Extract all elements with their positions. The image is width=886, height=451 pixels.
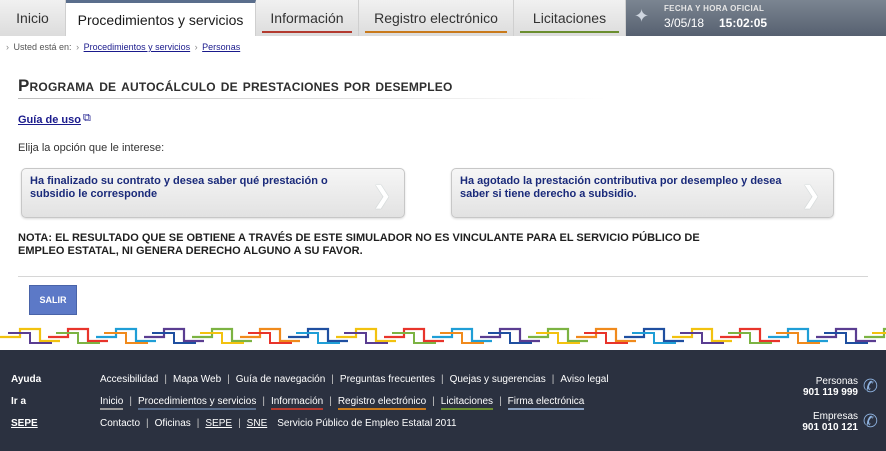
footer-link-quejas[interactable]: Quejas y sugerencias xyxy=(450,374,546,385)
phone-icon: ✆ xyxy=(862,411,878,431)
footer-separator: | xyxy=(499,396,502,407)
tab-label: Registro electrónico xyxy=(374,10,498,26)
phone-label: Empresas xyxy=(812,411,858,422)
breadcrumb-separator: › xyxy=(6,42,9,52)
tab-accent-bar xyxy=(520,31,619,33)
breadcrumb-separator: › xyxy=(76,42,80,52)
title-divider xyxy=(18,98,606,99)
page-title: Programa de autocálculo de prestaciones … xyxy=(18,76,453,95)
phone-icon: ✆ xyxy=(862,376,878,396)
sparkle-icon: ✦ xyxy=(634,6,650,26)
footer-link-sne[interactable]: SNE xyxy=(247,418,268,429)
footer-separator: | xyxy=(331,374,334,385)
decorative-stripe xyxy=(0,327,886,344)
breadcrumb-prefix: Usted está en: xyxy=(13,42,72,52)
phone-number[interactable]: 901 119 999 xyxy=(803,387,858,398)
tab-accent-bar xyxy=(262,31,352,33)
chevron-right-icon: ❯ xyxy=(371,182,392,209)
footer-link-accesibilidad[interactable]: Accesibilidad xyxy=(100,374,158,385)
option-label: Ha finalizado su contrato y desea saber … xyxy=(30,175,328,200)
footer-separator: | xyxy=(238,418,241,429)
footer-separator: | xyxy=(227,374,230,385)
footer-links: Accesibilidad | Mapa Web | Guía de navegac… xyxy=(100,374,609,385)
exit-button[interactable]: SALIR xyxy=(29,285,77,315)
footer-copyright: Servicio Público de Empleo Estatal 2011 xyxy=(277,418,457,429)
footer-row-label[interactable]: SEPE xyxy=(11,418,38,429)
footer-row-label: Ir a xyxy=(11,396,27,407)
breadcrumb-link-procedimientos[interactable]: Procedimientos y servicios xyxy=(84,42,191,52)
tab-procedimientos[interactable]: Procedimientos y servicios xyxy=(66,0,256,36)
tab-label: Información xyxy=(270,10,344,26)
footer-link-guia-navegacion[interactable]: Guía de navegación xyxy=(236,374,326,385)
breadcrumb-link-personas[interactable]: Personas xyxy=(202,42,240,52)
footer-separator: | xyxy=(440,374,444,385)
footer: Ayuda Accesibilidad | Mapa Web | Guía de n… xyxy=(0,350,886,451)
breadcrumb-separator: › xyxy=(194,42,198,52)
footer-row-label: Ayuda xyxy=(11,374,42,385)
tab-accent-bar xyxy=(365,31,507,33)
clock-time: 15:02:05 xyxy=(719,16,768,30)
footer-link-firma[interactable]: Firma electrónica xyxy=(507,396,585,410)
footer-separator: | xyxy=(329,396,332,407)
tab-inicio[interactable]: Inicio xyxy=(0,0,66,36)
footer-separator: | xyxy=(164,374,167,385)
footer-link-preguntas-frecuentes[interactable]: Preguntas frecuentes xyxy=(340,374,435,385)
footer-link-inicio[interactable]: Inicio xyxy=(100,396,124,410)
top-navigation: Inicio Procedimientos y servicios Inform… xyxy=(0,0,886,36)
option-button-finished-contract[interactable]: Ha finalizado su contrato y desea saber … xyxy=(21,168,405,218)
option-label: Ha agotado la prestación contributiva po… xyxy=(460,175,782,200)
footer-link-aviso-legal[interactable]: Aviso legal xyxy=(560,374,608,385)
phone-label: Personas xyxy=(815,376,858,387)
tab-label: Procedimientos y servicios xyxy=(77,11,244,28)
breadcrumb: › Usted está en: › Procedimientos y serv… xyxy=(4,42,240,52)
clock-label: Fecha y hora oficial xyxy=(664,4,765,13)
footer-links: Inicio | Procedimientos y servicios | Info… xyxy=(100,396,585,410)
footer-separator: | xyxy=(196,418,200,429)
footer-separator: | xyxy=(551,374,555,385)
clock-date: 3/05/18 xyxy=(664,16,705,30)
tab-registro-electronico[interactable]: Registro electrónico xyxy=(359,0,514,36)
footer-separator: | xyxy=(129,396,132,407)
footer-separator: | xyxy=(146,418,149,429)
phone-personas: Personas 901 119 999 xyxy=(803,376,858,398)
tab-licitaciones[interactable]: Licitaciones xyxy=(514,0,626,36)
phone-number[interactable]: 901 010 121 xyxy=(802,422,858,433)
guide-link[interactable]: Guía de uso xyxy=(18,114,81,126)
option-button-exhausted-benefit[interactable]: Ha agotado la prestación contributiva po… xyxy=(451,168,834,218)
chevron-right-icon: ❯ xyxy=(800,182,821,209)
external-window-icon[interactable]: ⧉ xyxy=(83,112,91,125)
footer-links: Contacto | Oficinas | SEPE | SNE Servicio P… xyxy=(100,418,457,429)
footer-link-oficinas[interactable]: Oficinas xyxy=(155,418,191,429)
footer-link-informacion[interactable]: Información xyxy=(270,396,324,410)
phone-empresas: Empresas 901 010 121 xyxy=(802,411,858,433)
decorative-stripe-segment xyxy=(864,327,886,339)
footer-link-sepe[interactable]: SEPE xyxy=(205,418,232,429)
tab-label: Inicio xyxy=(16,10,49,26)
footer-link-licitaciones[interactable]: Licitaciones xyxy=(440,396,494,410)
footer-link-mapa-web[interactable]: Mapa Web xyxy=(173,374,221,385)
footer-link-registro[interactable]: Registro electrónico xyxy=(337,396,427,410)
official-clock: ✦ Fecha y hora oficial 3/05/18 15:02:05 xyxy=(626,0,886,36)
footer-separator: | xyxy=(432,396,435,407)
footer-separator: | xyxy=(262,396,265,407)
instruction-text: Elija la opción que le interese: xyxy=(18,142,165,154)
disclaimer-note: NOTA: EL RESULTADO QUE SE OBTIENE A TRAV… xyxy=(18,232,700,257)
footer-link-contacto[interactable]: Contacto xyxy=(100,418,140,429)
tab-label: Licitaciones xyxy=(532,10,607,26)
tab-informacion[interactable]: Información xyxy=(256,0,359,36)
footer-link-procedimientos[interactable]: Procedimientos y servicios xyxy=(137,396,257,410)
content-divider xyxy=(18,276,868,277)
